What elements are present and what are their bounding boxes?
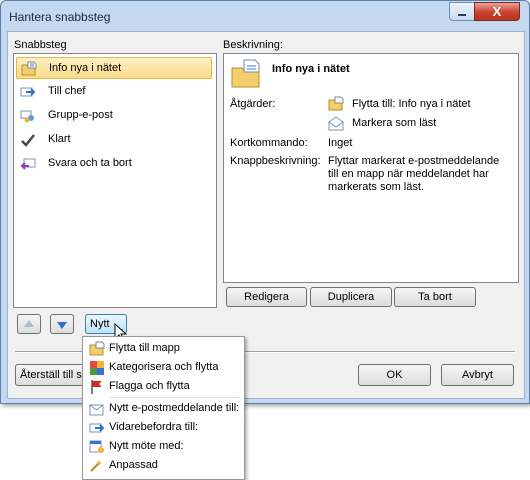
menu-item[interactable]: Flagga och flytta: [85, 377, 242, 396]
forward-arrow-icon: [20, 84, 36, 100]
menu-item[interactable]: Anpassad: [85, 456, 242, 475]
description-label: Beskrivning:: [223, 39, 283, 51]
shortcut-label: Kortkommando:: [230, 137, 308, 149]
categorize-icon: [89, 360, 105, 376]
tooltip-line: Flyttar markerat e-postmeddelande: [328, 155, 500, 167]
action-move: Flytta till: Info nya i nätet: [352, 98, 471, 110]
shortcut-value: Inget: [328, 137, 353, 149]
list-item[interactable]: Klart: [16, 129, 212, 151]
description-title: Info nya i nätet: [272, 63, 350, 75]
menu-item-label: Nytt möte med:: [109, 440, 184, 452]
delete-button[interactable]: Ta bort: [394, 287, 476, 307]
menu-item-label: Anpassad: [109, 459, 158, 471]
list-item-label: Svara och ta bort: [48, 157, 132, 169]
dialog-window: Hantera snabbsteg X Snabbsteg Info nya i…: [0, 0, 530, 404]
list-item-label: Klart: [48, 133, 71, 145]
folder-move-icon: [230, 58, 262, 93]
quicksteps-list[interactable]: Info nya i nätet Till chef Grupp-e-post …: [13, 53, 217, 308]
folder-move-icon: [89, 341, 105, 357]
list-item[interactable]: Grupp-e-post: [16, 105, 212, 127]
list-item[interactable]: Till chef: [16, 81, 212, 103]
checkmark-icon: [20, 132, 36, 148]
folder-move-icon: [328, 96, 344, 115]
title-bar[interactable]: Hantera snabbsteg X: [1, 1, 529, 33]
window-title: Hantera snabbsteg: [9, 10, 111, 24]
menu-item[interactable]: Nytt möte med:: [85, 437, 242, 456]
action-mark-read: Markera som läst: [352, 117, 437, 129]
tooltip-line: till en mapp när meddelandet har: [328, 168, 489, 180]
menu-item-label: Nytt e-postmeddelande till:: [109, 402, 240, 414]
quicksteps-label: Snabbsteg: [14, 39, 67, 51]
menu-item-label: Flagga och flytta: [109, 380, 190, 392]
move-down-button[interactable]: [50, 314, 74, 334]
menu-item-label: Flytta till mapp: [109, 342, 180, 354]
list-item[interactable]: Svara och ta bort: [16, 153, 212, 175]
envelope-open-icon: [328, 115, 344, 134]
flag-icon: [89, 379, 105, 395]
custom-icon: [89, 458, 105, 474]
list-item[interactable]: Info nya i nätet: [16, 57, 212, 79]
minimize-button[interactable]: [449, 2, 475, 21]
tooltip-label: Knappbeskrivning:: [230, 155, 321, 167]
move-up-button[interactable]: [17, 314, 41, 334]
new-button-label: Nytt: [90, 318, 110, 330]
close-button[interactable]: X: [474, 2, 520, 21]
description-panel: Info nya i nätet Åtgärder: Flytta till: …: [223, 53, 519, 283]
list-item-label: Grupp-e-post: [48, 109, 113, 121]
forward-icon: [89, 420, 105, 436]
duplicate-button[interactable]: Duplicera: [310, 287, 392, 307]
menu-item[interactable]: Vidarebefordra till:: [85, 418, 242, 437]
cancel-button[interactable]: Avbryt: [441, 364, 514, 386]
list-item-label: Till chef: [48, 85, 86, 97]
actions-label: Åtgärder:: [230, 98, 276, 110]
reply-delete-icon: [20, 156, 36, 172]
new-mail-icon: [89, 401, 105, 417]
menu-separator: [109, 397, 239, 398]
arrow-up-icon: [23, 319, 35, 332]
list-item-label: Info nya i nätet: [49, 62, 122, 74]
menu-item-label: Kategorisera och flytta: [109, 361, 219, 373]
menu-item-label: Vidarebefordra till:: [109, 421, 199, 433]
group-mail-icon: [20, 108, 36, 124]
menu-item[interactable]: Kategorisera och flytta: [85, 358, 242, 377]
tooltip-line: markerats som läst.: [328, 181, 424, 193]
ok-button[interactable]: OK: [358, 364, 431, 386]
folder-move-icon: [21, 61, 37, 77]
menu-item[interactable]: Flytta till mapp: [85, 339, 242, 358]
new-quickstep-menu: Flytta till mapp Kategorisera och flytta…: [82, 336, 245, 480]
menu-item[interactable]: Nytt e-postmeddelande till:: [85, 399, 242, 418]
meeting-icon: [89, 439, 105, 455]
arrow-down-icon: [56, 320, 68, 333]
edit-button[interactable]: Redigera: [226, 287, 307, 307]
